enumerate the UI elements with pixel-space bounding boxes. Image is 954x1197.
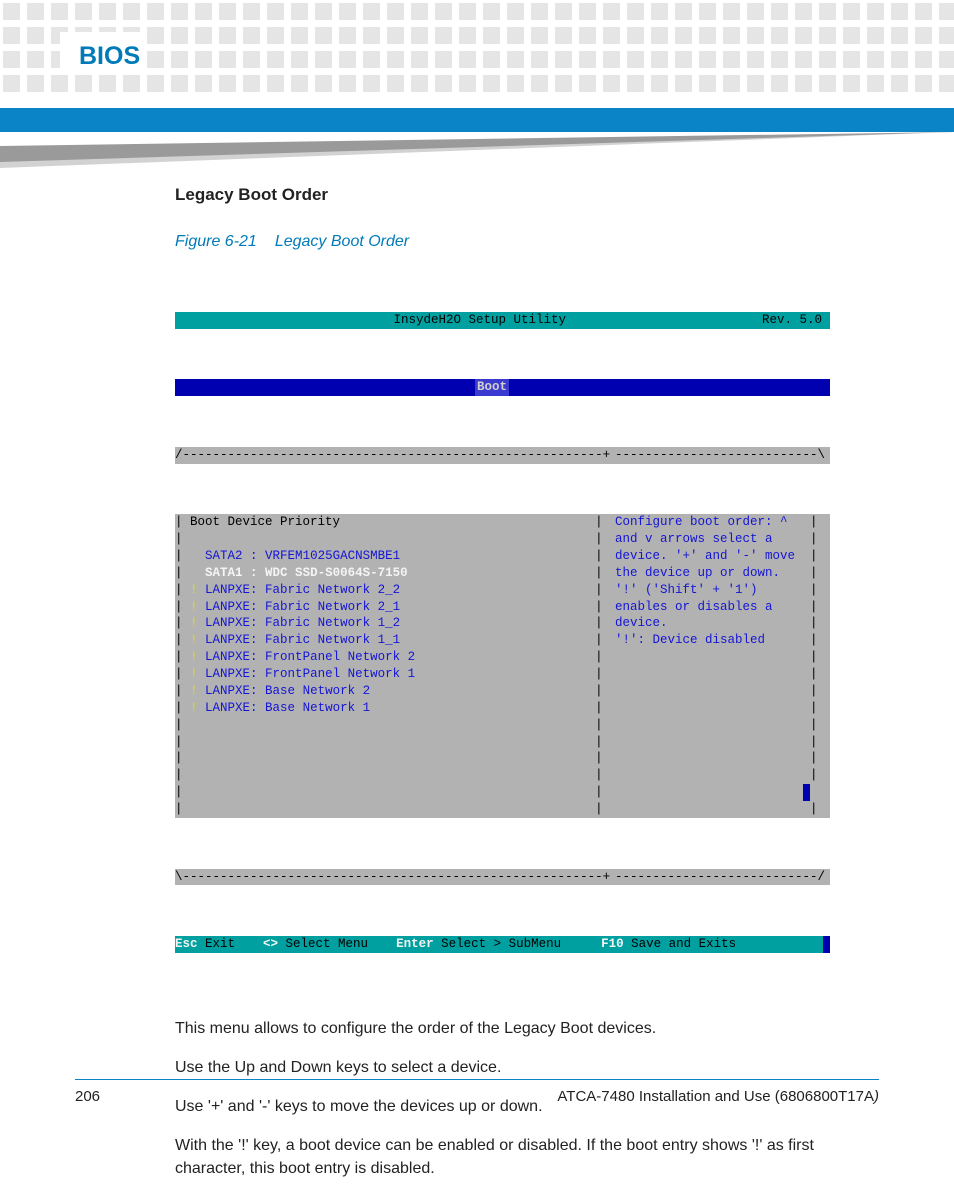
page-footer: 206 ATCA-7480 Installation and Use (6806… xyxy=(75,1079,879,1105)
bios-utility-name: InsydeH2O Setup Utility xyxy=(175,312,570,329)
bios-device-row[interactable]: | SATA2 : VRFEM1025GACNSMBE1 |device. '+… xyxy=(175,548,830,565)
page-number: 206 xyxy=(75,1088,100,1105)
header-blue-bar xyxy=(0,108,954,132)
bios-border-top: /---------------------------------------… xyxy=(175,447,830,464)
bios-blank-row: | | | xyxy=(175,801,830,818)
bios-heading-row: | Boot Device Priority |Configure boot o… xyxy=(175,514,830,531)
bios-device-row[interactable]: | ! LANPXE: Base Network 2 | | xyxy=(175,683,830,700)
bios-tab-boot[interactable]: Boot xyxy=(475,379,509,396)
bios-device-row[interactable]: | ! LANPXE: Fabric Network 2_2 |'!' ('Sh… xyxy=(175,582,830,599)
body-para-2: Use the Up and Down keys to select a dev… xyxy=(175,1056,879,1079)
bios-blank-row: | | | xyxy=(175,750,830,767)
bios-key-esc: Esc xyxy=(175,936,198,953)
bios-key-bar: Esc Exit <> Select Menu Enter Select > S… xyxy=(175,936,830,953)
bios-blank-row: | | xyxy=(175,784,830,801)
bios-blank-row: | |and v arrows select a | xyxy=(175,531,830,548)
bios-key-arrows-label: Select Menu xyxy=(278,936,368,953)
bios-screenshot: InsydeH2O Setup Utility Rev. 5.0 Boot /-… xyxy=(175,261,830,987)
bios-key-enter-label: Select > SubMenu xyxy=(434,936,562,953)
bios-device-row[interactable]: | ! LANPXE: Base Network 1 | | xyxy=(175,700,830,717)
bios-blank-row: | | | xyxy=(175,734,830,751)
bios-key-enter: Enter xyxy=(396,936,434,953)
chapter-title: BIOS xyxy=(75,42,144,71)
bios-body: | Boot Device Priority |Configure boot o… xyxy=(175,514,830,818)
bios-revision: Rev. 5.0 xyxy=(570,312,830,329)
document-reference: ATCA-7480 Installation and Use (6806800T… xyxy=(557,1088,879,1105)
bios-blank-row: | | | xyxy=(175,717,830,734)
bios-device-row[interactable]: | ! LANPXE: Fabric Network 2_1 |enables … xyxy=(175,599,830,616)
figure-title: Legacy Boot Order xyxy=(275,233,409,250)
bios-key-arrows: <> xyxy=(263,936,278,953)
bios-key-f10-label: Save and Exits xyxy=(624,936,737,953)
bios-blank-row: | | | xyxy=(175,767,830,784)
figure-caption: Figure 6-21Legacy Boot Order xyxy=(175,233,879,251)
bios-title-bar: InsydeH2O Setup Utility Rev. 5.0 xyxy=(175,312,830,329)
bios-device-row[interactable]: | ! LANPXE: FrontPanel Network 2 | | xyxy=(175,649,830,666)
bios-key-esc-label: Exit xyxy=(198,936,236,953)
bios-key-f10: F10 xyxy=(601,936,624,953)
bios-border-bottom: \---------------------------------------… xyxy=(175,869,830,886)
section-heading: Legacy Boot Order xyxy=(175,185,879,205)
figure-number: Figure 6-21 xyxy=(175,233,275,250)
body-para-1: This menu allows to configure the order … xyxy=(175,1017,879,1040)
bios-device-row[interactable]: | ! LANPXE: Fabric Network 1_2 |device. … xyxy=(175,615,830,632)
bios-device-row[interactable]: | SATA1 : WDC SSD-S0064S-7150 |the devic… xyxy=(175,565,830,582)
bios-tab-bar: Boot xyxy=(175,379,830,396)
header-wedge xyxy=(0,132,954,168)
bios-device-row[interactable]: | ! LANPXE: Fabric Network 1_1 |'!': Dev… xyxy=(175,632,830,649)
body-para-4: With the '!' key, a boot device can be e… xyxy=(175,1134,879,1180)
bios-device-row[interactable]: | ! LANPXE: FrontPanel Network 1 | | xyxy=(175,666,830,683)
